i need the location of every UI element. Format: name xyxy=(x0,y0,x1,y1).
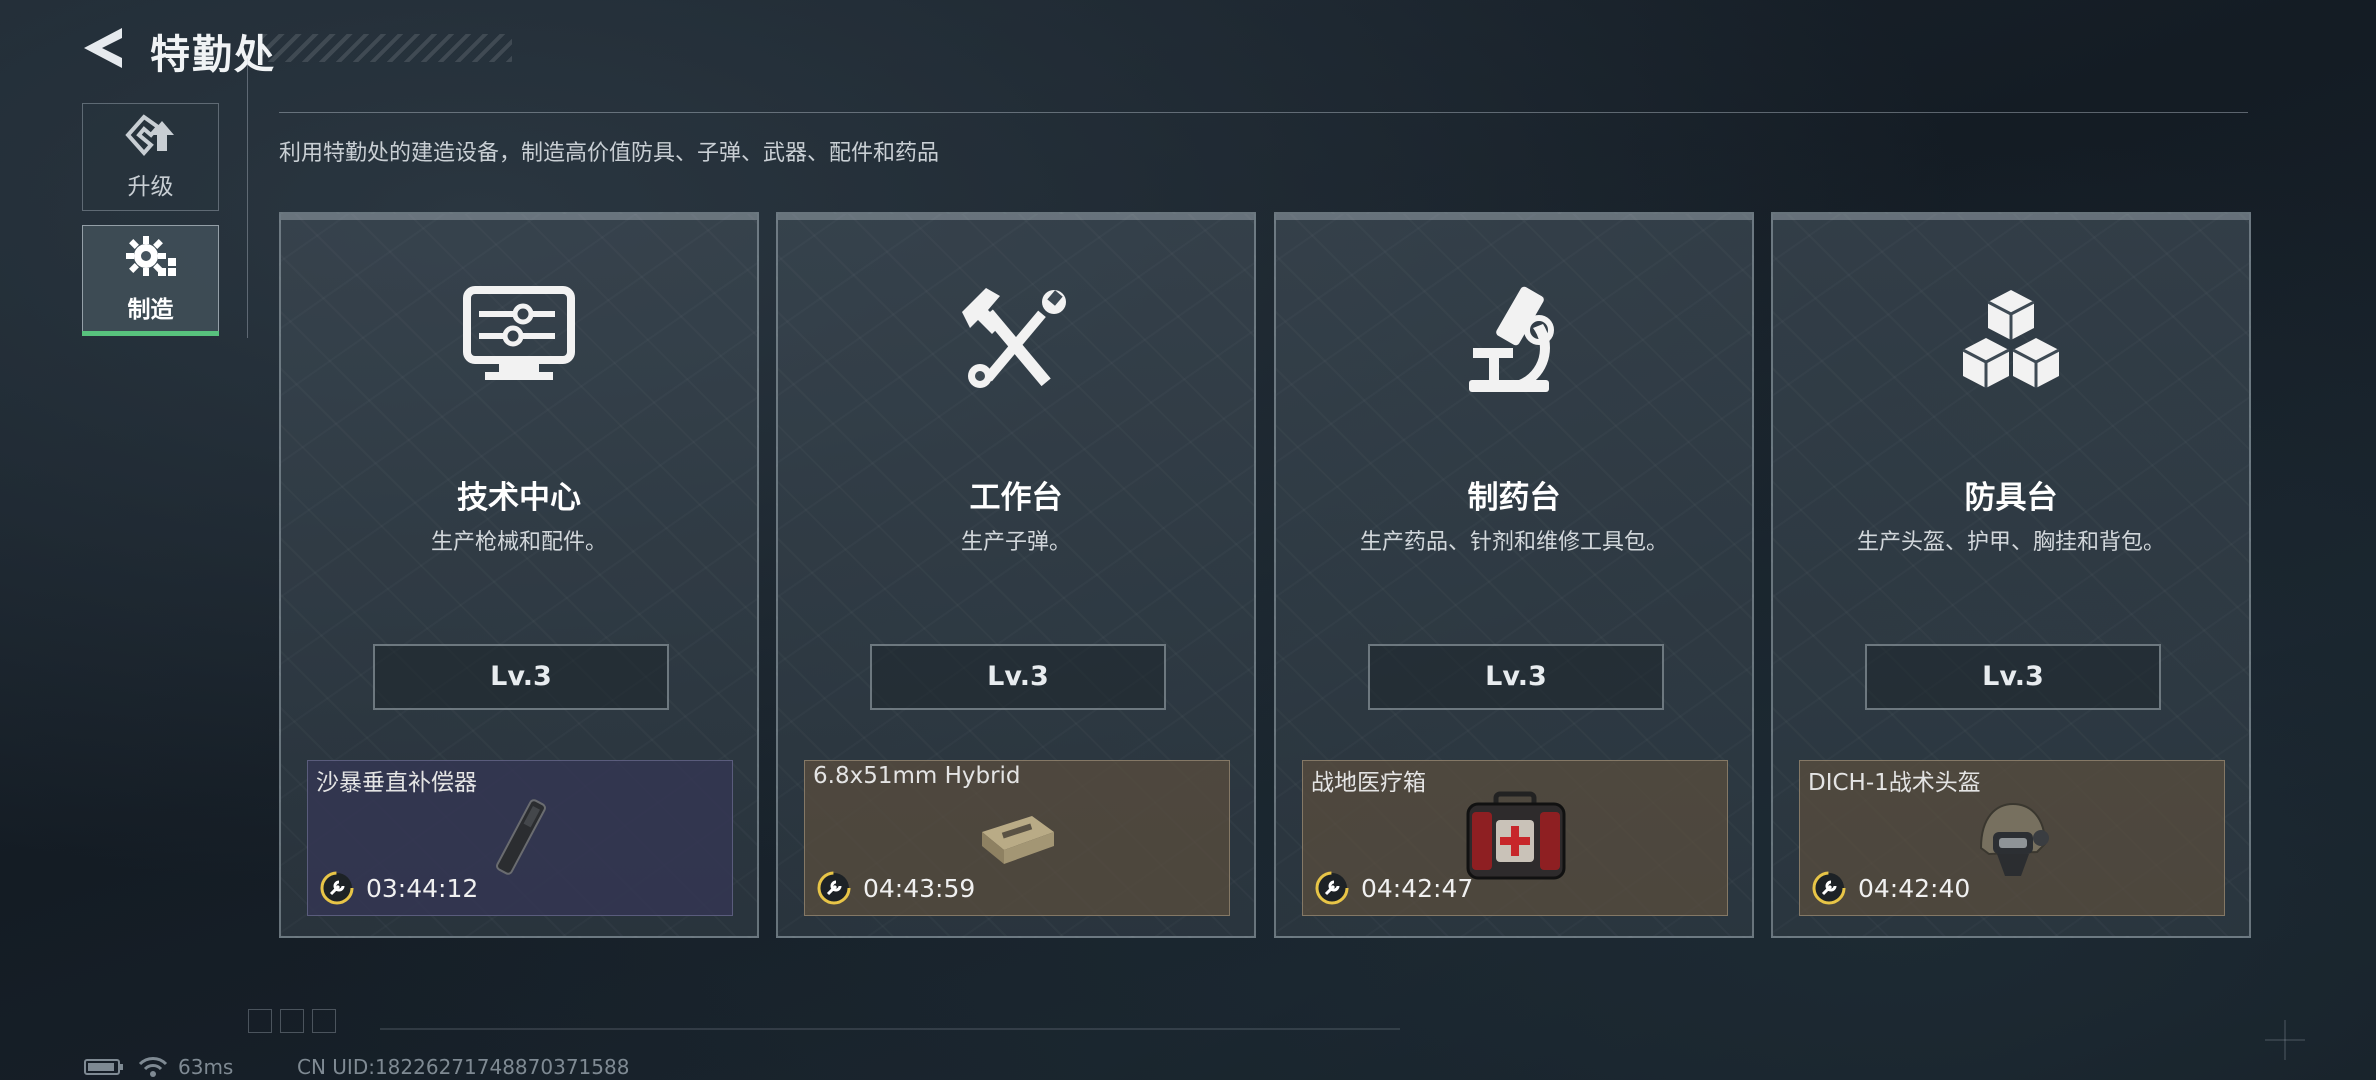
production-slot[interactable]: 战地医疗箱 04:42:47 xyxy=(1302,760,1728,916)
battery-icon xyxy=(84,1059,123,1075)
sidebar-item-upgrade[interactable]: 升级 xyxy=(82,103,219,211)
station-level-button[interactable]: Lv.3 xyxy=(1368,644,1664,710)
production-slot[interactable]: DICH-1战术头盔 04:42:40 xyxy=(1799,760,2225,916)
station-name: 制药台 xyxy=(1467,480,1561,516)
station-description: 生产子弹。 xyxy=(960,530,1071,555)
station-card-tech-center[interactable]: 技术中心 生产枪械和配件。 Lv.3 沙暴垂直补偿器 03:44:12 xyxy=(279,212,759,938)
station-level-button[interactable]: Lv.3 xyxy=(870,644,1166,710)
helmet-item-image xyxy=(1979,802,2049,876)
production-timer: 04:43:59 xyxy=(863,873,976,903)
sidebar-item-craft[interactable]: 制造 xyxy=(82,225,219,336)
station-name: 工作台 xyxy=(969,480,1063,516)
station-card-pharmacy[interactable]: 制药台 生产药品、针剂和维修工具包。 Lv.3 战地医疗箱 04:42:47 xyxy=(1274,212,1754,938)
station-name: 防具台 xyxy=(1964,480,2058,516)
sidebar-divider xyxy=(247,58,248,338)
page-subtitle: 利用特勤处的建造设备，制造高价值防具、子弹、武器、配件和药品 xyxy=(279,141,940,166)
hammer-wrench-icon xyxy=(962,288,1066,388)
back-arrow-icon[interactable] xyxy=(82,26,124,70)
footer-decoration xyxy=(248,1009,336,1033)
station-level-button[interactable]: Lv.3 xyxy=(1865,644,2161,710)
wrench-timer-icon xyxy=(320,871,354,905)
status-bar: 63ms xyxy=(84,1055,233,1079)
production-item-name: 6.8x51mm Hybrid xyxy=(813,763,1021,789)
gear-build-icon xyxy=(125,236,176,276)
production-timer: 04:42:40 xyxy=(1858,873,1971,903)
uid-label: CN UID:18226271748870371588 xyxy=(297,1055,630,1079)
corner-crosshair-icon xyxy=(2265,1020,2305,1060)
header-divider xyxy=(279,112,2248,113)
station-description: 生产头盔、护甲、胸挂和背包。 xyxy=(1856,530,2165,555)
ammo-box-item-image xyxy=(982,816,1054,864)
station-level-button[interactable]: Lv.3 xyxy=(373,644,669,710)
sidebar-item-label: 升级 xyxy=(127,174,174,200)
station-description: 生产药品、针剂和维修工具包。 xyxy=(1359,530,1668,555)
production-timer: 03:44:12 xyxy=(366,873,479,903)
computer-icon xyxy=(463,286,575,380)
production-timer: 04:42:47 xyxy=(1361,873,1474,903)
wrench-timer-icon xyxy=(817,871,851,905)
cubes-icon xyxy=(1962,290,2060,388)
station-description: 生产枪械和配件。 xyxy=(430,530,607,555)
page-title: 特勤处 xyxy=(150,32,276,78)
title-decoration xyxy=(262,34,512,62)
ping-value: 63ms xyxy=(178,1055,234,1079)
wifi-icon xyxy=(138,1057,168,1077)
station-card-workbench[interactable]: 工作台 生产子弹。 Lv.3 6.8x51mm Hybrid 04:43:59 xyxy=(776,212,1256,938)
station-card-armor[interactable]: 防具台 生产头盔、护甲、胸挂和背包。 Lv.3 DICH-1战术头盔 04:42… xyxy=(1771,212,2251,938)
wrench-timer-icon xyxy=(1315,871,1349,905)
sidebar-item-label: 制造 xyxy=(127,297,174,323)
wrench-timer-icon xyxy=(1812,871,1846,905)
compensator-item-image xyxy=(496,799,546,875)
production-slot[interactable]: 6.8x51mm Hybrid 04:43:59 xyxy=(804,760,1230,916)
microscope-icon xyxy=(1469,286,1554,392)
upgrade-icon xyxy=(124,114,174,157)
medkit-item-image xyxy=(1466,791,1566,880)
footer-divider xyxy=(380,1028,1400,1030)
production-slot[interactable]: 沙暴垂直补偿器 03:44:12 xyxy=(307,760,733,916)
station-name: 技术中心 xyxy=(457,480,581,516)
